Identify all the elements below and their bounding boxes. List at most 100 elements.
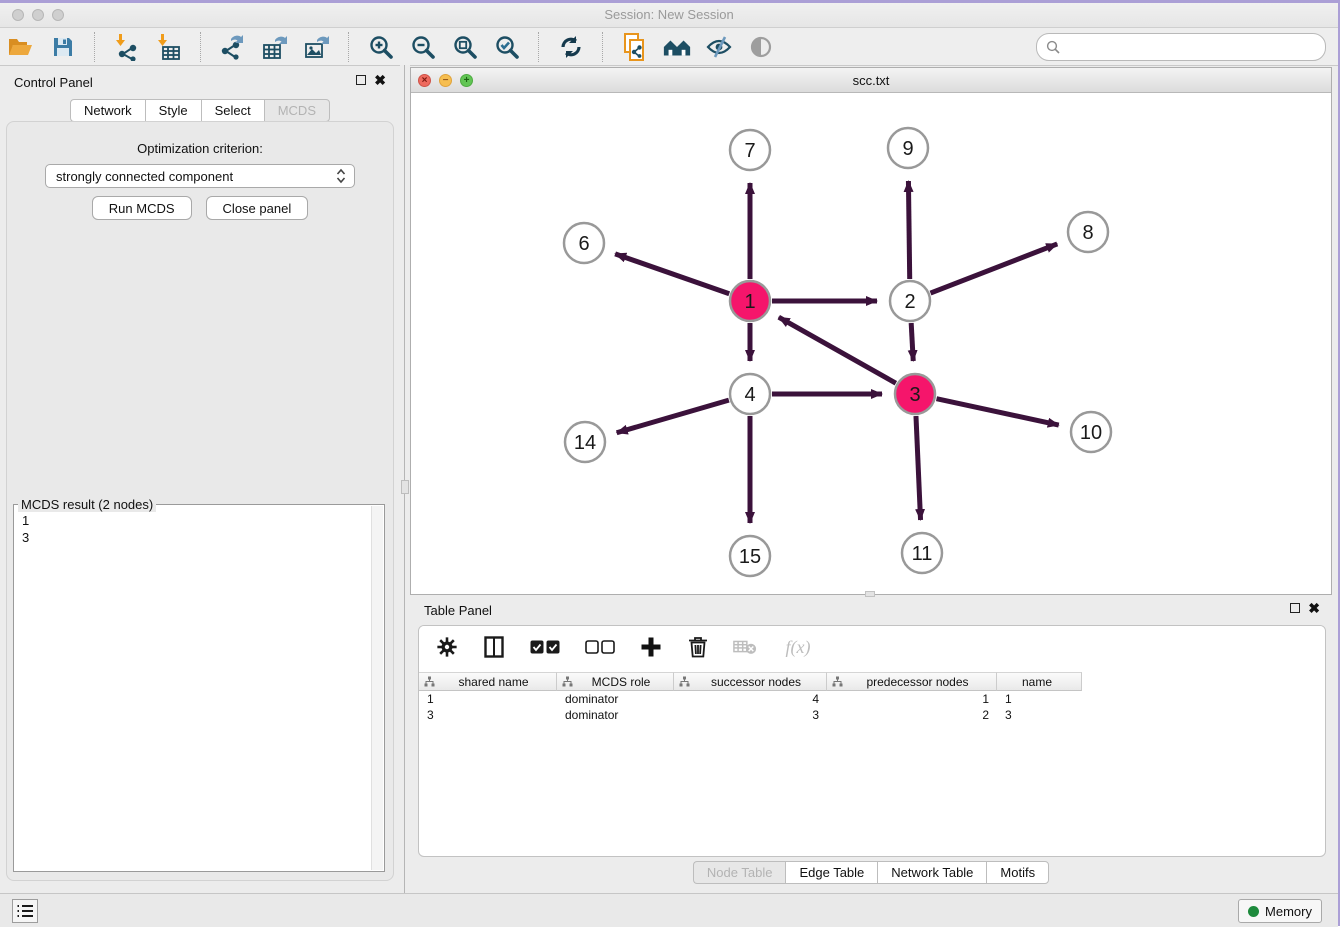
toggle-column-panel-button[interactable]: [482, 635, 506, 659]
select-all-columns-button[interactable]: [529, 635, 561, 659]
graph-node-14[interactable]: 14: [565, 422, 605, 462]
hide-selected-button[interactable]: [704, 32, 734, 62]
splitter-grip[interactable]: [401, 480, 409, 494]
search-input[interactable]: [1065, 36, 1325, 58]
result-scrollbar[interactable]: [371, 506, 383, 870]
column-header-shared-name[interactable]: shared name: [419, 672, 557, 691]
zoom-out-button[interactable]: [408, 32, 438, 62]
edge-3-10[interactable]: [937, 399, 1059, 425]
svg-text:3: 3: [909, 384, 920, 406]
svg-text:1: 1: [744, 291, 755, 313]
zoom-in-button[interactable]: [366, 32, 396, 62]
table-cell[interactable]: 2: [827, 707, 997, 723]
close-panel-button[interactable]: Close panel: [206, 196, 309, 220]
edge-4-14[interactable]: [617, 400, 729, 433]
apply-layout-button[interactable]: [556, 32, 586, 62]
column-header-successor-nodes[interactable]: successor nodes: [674, 672, 827, 691]
export-network-button[interactable]: [218, 32, 248, 62]
edge-2-3[interactable]: [911, 323, 913, 361]
import-network-button[interactable]: [112, 32, 142, 62]
table-row[interactable]: 3dominator323: [419, 707, 1325, 723]
show-all-button[interactable]: [746, 32, 776, 62]
edge-2-9[interactable]: [908, 181, 909, 279]
first-neighbors-button[interactable]: [662, 32, 692, 62]
table-cell[interactable]: 1: [997, 691, 1082, 707]
network-canvas[interactable]: 7 9 6 8 1 2 4 3 14 10 15 11: [411, 93, 1331, 594]
graph-node-9[interactable]: 9: [888, 128, 928, 168]
tab-mcds[interactable]: MCDS: [264, 99, 330, 122]
mcds-buttons-row: Run MCDS Close panel: [7, 196, 393, 220]
edge-3-1[interactable]: [779, 317, 896, 383]
fit-content-icon: [452, 34, 478, 60]
graph-node-1[interactable]: 1: [730, 281, 770, 321]
graph-node-7[interactable]: 7: [730, 130, 770, 170]
svg-text:14: 14: [574, 432, 596, 454]
table-cell[interactable]: 4: [674, 691, 827, 707]
graph-node-6[interactable]: 6: [564, 223, 604, 263]
eye-disabled-icon: [748, 35, 774, 59]
table-panel: Table Panel ✖: [410, 598, 1332, 893]
graph-node-15[interactable]: 15: [730, 536, 770, 576]
table-cell[interactable]: dominator: [557, 691, 674, 707]
duplicate-network-button[interactable]: [620, 32, 650, 62]
graph-node-8[interactable]: 8: [1068, 212, 1108, 252]
column-header-MCDS-role[interactable]: MCDS role: [557, 672, 674, 691]
export-table-button[interactable]: [260, 32, 290, 62]
criterion-select[interactable]: strongly connected component: [45, 164, 355, 188]
mcds-result-text[interactable]: 13: [15, 506, 372, 870]
float-panel-icon[interactable]: [1290, 603, 1300, 613]
run-mcds-button[interactable]: Run MCDS: [92, 196, 192, 220]
create-column-button[interactable]: [639, 635, 663, 659]
export-image-button[interactable]: [302, 32, 332, 62]
open-folder-icon: [7, 35, 35, 59]
table-cell[interactable]: 3: [997, 707, 1082, 723]
open-session-button[interactable]: [6, 32, 36, 62]
edge-3-11[interactable]: [916, 416, 921, 520]
graph-node-2[interactable]: 2: [890, 281, 930, 321]
tab-motifs[interactable]: Motifs: [986, 861, 1049, 884]
svg-text:4: 4: [744, 384, 755, 406]
window-titlebar: Session: New Session: [0, 3, 1338, 28]
table-cell[interactable]: 3: [674, 707, 827, 723]
application-window: Session: New Session: [0, 3, 1338, 926]
tab-select[interactable]: Select: [201, 99, 264, 122]
unchecked-boxes-icon: [585, 640, 615, 654]
close-panel-icon[interactable]: ✖: [374, 75, 386, 85]
memory-button[interactable]: Memory: [1238, 899, 1322, 923]
tab-network[interactable]: Network: [70, 99, 145, 122]
unselect-all-columns-button[interactable]: [584, 635, 616, 659]
zoom-selected-button[interactable]: [492, 32, 522, 62]
close-panel-icon[interactable]: ✖: [1308, 603, 1320, 613]
table-settings-button[interactable]: [435, 635, 459, 659]
svg-text:2: 2: [904, 291, 915, 313]
graph-node-4[interactable]: 4: [730, 374, 770, 414]
panel-list-button[interactable]: [12, 899, 38, 923]
tab-network-table[interactable]: Network Table: [877, 861, 986, 884]
table-row[interactable]: 1dominator411: [419, 691, 1325, 707]
tab-style[interactable]: Style: [145, 99, 201, 122]
edge-2-8[interactable]: [931, 244, 1058, 293]
column-header-name[interactable]: name: [997, 672, 1082, 691]
delete-columns-button[interactable]: [686, 635, 710, 659]
svg-text:9: 9: [902, 138, 913, 160]
zoom-selected-icon: [494, 34, 520, 60]
import-table-button[interactable]: [154, 32, 184, 62]
graph-node-3[interactable]: 3: [895, 374, 935, 414]
tab-edge-table[interactable]: Edge Table: [785, 861, 877, 884]
horizontal-splitter-grip[interactable]: [865, 591, 875, 597]
zoom-out-icon: [410, 34, 436, 60]
table-cell[interactable]: dominator: [557, 707, 674, 723]
table-cell[interactable]: 1: [827, 691, 997, 707]
float-panel-icon[interactable]: [356, 75, 366, 85]
main-toolbar: [0, 28, 1338, 66]
fit-content-button[interactable]: [450, 32, 480, 62]
save-session-button[interactable]: [48, 32, 78, 62]
edge-1-6[interactable]: [615, 254, 729, 294]
table-cell[interactable]: 3: [419, 707, 557, 723]
table-cell[interactable]: 1: [419, 691, 557, 707]
tab-node-table[interactable]: Node Table: [693, 861, 786, 884]
column-header-predecessor-nodes[interactable]: predecessor nodes: [827, 672, 997, 691]
graph-node-10[interactable]: 10: [1071, 412, 1111, 452]
graph-node-11[interactable]: 11: [902, 533, 942, 573]
vertical-splitter[interactable]: [400, 65, 410, 893]
